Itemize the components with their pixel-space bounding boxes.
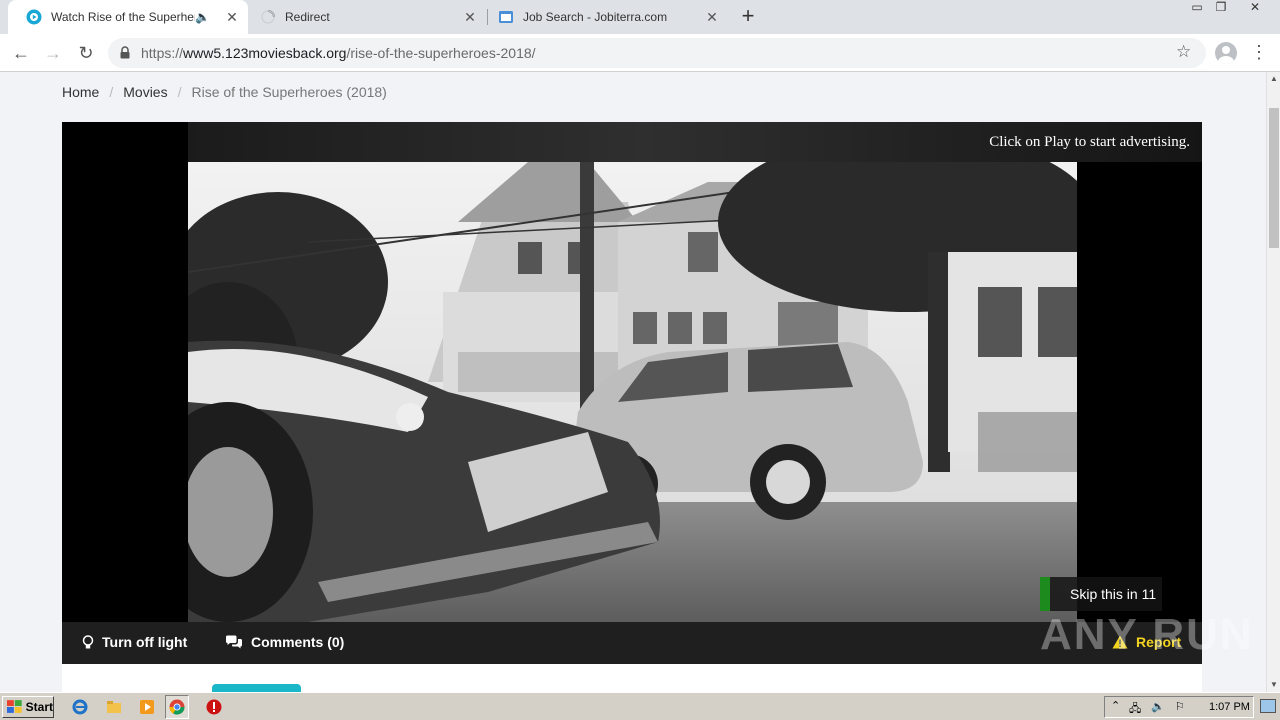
comments-label: Comments (0) xyxy=(251,634,345,650)
forward-arrow-icon[interactable]: → xyxy=(40,40,66,66)
tab-redirect[interactable]: Redirect ✕ xyxy=(242,0,486,34)
profile-avatar-icon[interactable] xyxy=(1215,42,1237,64)
volume-icon[interactable]: 🔈 xyxy=(1151,700,1165,713)
tab-job-search[interactable]: Job Search - Jobiterra.com ✕ xyxy=(480,0,728,34)
play-circle-icon xyxy=(26,9,42,25)
file-explorer-icon[interactable] xyxy=(106,699,122,715)
close-tab-icon[interactable]: ✕ xyxy=(704,9,720,26)
tab-watch-rise[interactable]: Watch Rise of the Superheroes 🔈 ✕ xyxy=(8,0,248,34)
anyrun-watermark: ANY RUN xyxy=(1040,610,1254,659)
video-still-image xyxy=(188,162,1077,622)
comments-icon xyxy=(226,635,242,649)
turn-off-light-button[interactable]: Turn off light xyxy=(82,634,187,650)
close-tab-icon[interactable]: ✕ xyxy=(224,9,240,26)
show-hidden-icons-icon[interactable]: ⌃ xyxy=(1111,699,1120,712)
ad-header-bar: Click on Play to start advertising. xyxy=(188,122,1202,162)
skip-progress-bar xyxy=(1040,577,1050,611)
network-icon[interactable]: 🖧 xyxy=(1129,700,1141,719)
internet-explorer-icon[interactable] xyxy=(72,699,88,715)
new-tab-button[interactable]: + xyxy=(737,5,759,28)
back-arrow-icon[interactable]: ← xyxy=(8,40,34,66)
page-scrollbar[interactable]: ▲ ▼ xyxy=(1266,72,1280,692)
media-player-icon[interactable] xyxy=(139,699,155,715)
windows-taskbar: Start ⌃ 🖧 🔈 ⚐ 1:07 PM xyxy=(0,692,1280,720)
video-frame[interactable] xyxy=(188,162,1077,622)
breadcrumb-separator: / xyxy=(177,84,182,100)
scroll-thumb[interactable] xyxy=(1269,108,1279,248)
action-center-flag-icon[interactable]: ⚐ xyxy=(1175,700,1185,713)
url-text: https://www5.123moviesback.org/rise-of-t… xyxy=(141,45,536,61)
windows-logo-icon xyxy=(7,700,22,713)
comments-button[interactable]: Comments (0) xyxy=(225,634,344,650)
tab-title: Watch Rise of the Superheroes xyxy=(51,10,195,24)
browser-toolbar: ← → ↻ https://www5.123moviesback.org/ris… xyxy=(0,34,1280,72)
teal-tab-button[interactable] xyxy=(212,684,301,692)
breadcrumb-home[interactable]: Home xyxy=(62,84,99,100)
chrome-taskbar-button[interactable] xyxy=(165,695,189,719)
close-tab-icon[interactable]: ✕ xyxy=(462,9,478,26)
turn-off-light-label: Turn off light xyxy=(102,634,188,650)
bookmark-star-icon[interactable]: ☆ xyxy=(1176,42,1191,62)
url-host: www5.123moviesback.org xyxy=(183,45,347,61)
player-controls-bar: Turn off light Comments (0) Report xyxy=(62,622,1202,664)
kebab-menu-icon[interactable]: ⋮ xyxy=(1250,42,1268,64)
lightbulb-icon xyxy=(82,634,94,648)
skip-ad-button[interactable]: Skip this in 11 s. xyxy=(1040,577,1162,636)
video-player[interactable]: Click on Play to start advertising. Skip… xyxy=(62,122,1202,664)
ad-message: Click on Play to start advertising. xyxy=(989,134,1190,150)
restore-icon[interactable]: ❐ xyxy=(1210,0,1232,18)
page-content: Home / Movies / Rise of the Superheroes … xyxy=(0,72,1266,692)
chrome-icon xyxy=(169,699,185,715)
scroll-down-arrow-icon[interactable]: ▼ xyxy=(1267,678,1280,692)
webpage-icon xyxy=(499,11,513,23)
scroll-up-arrow-icon[interactable]: ▲ xyxy=(1267,72,1280,86)
tab-strip: Watch Rise of the Superheroes 🔈 ✕ Redire… xyxy=(0,0,1280,34)
lock-icon xyxy=(120,46,130,59)
url-path: /rise-of-the-superheroes-2018/ xyxy=(346,45,536,61)
close-window-icon[interactable]: ✕ xyxy=(1244,0,1266,18)
tab-title: Job Search - Jobiterra.com xyxy=(523,10,668,24)
speaker-icon[interactable]: 🔈 xyxy=(195,10,210,24)
stop-alert-icon[interactable] xyxy=(206,699,222,715)
loading-spinner-icon xyxy=(261,10,275,24)
reload-icon[interactable]: ↻ xyxy=(73,40,99,66)
url-scheme: https:// xyxy=(141,45,184,61)
start-button[interactable]: Start xyxy=(2,696,54,718)
breadcrumb-movies[interactable]: Movies xyxy=(123,84,167,100)
show-desktop-icon[interactable] xyxy=(1260,699,1276,713)
breadcrumb-separator: / xyxy=(109,84,114,100)
taskbar-clock[interactable]: 1:07 PM xyxy=(1209,701,1250,713)
breadcrumb: Home / Movies / Rise of the Superheroes … xyxy=(62,84,387,100)
minimize-icon[interactable]: ▭ xyxy=(1186,0,1208,18)
content-panel xyxy=(62,664,1202,692)
start-label: Start xyxy=(25,700,53,714)
address-bar[interactable]: https://www5.123moviesback.org/rise-of-t… xyxy=(108,38,1206,68)
breadcrumb-current: Rise of the Superheroes (2018) xyxy=(191,84,387,100)
tab-title: Redirect xyxy=(285,10,330,24)
